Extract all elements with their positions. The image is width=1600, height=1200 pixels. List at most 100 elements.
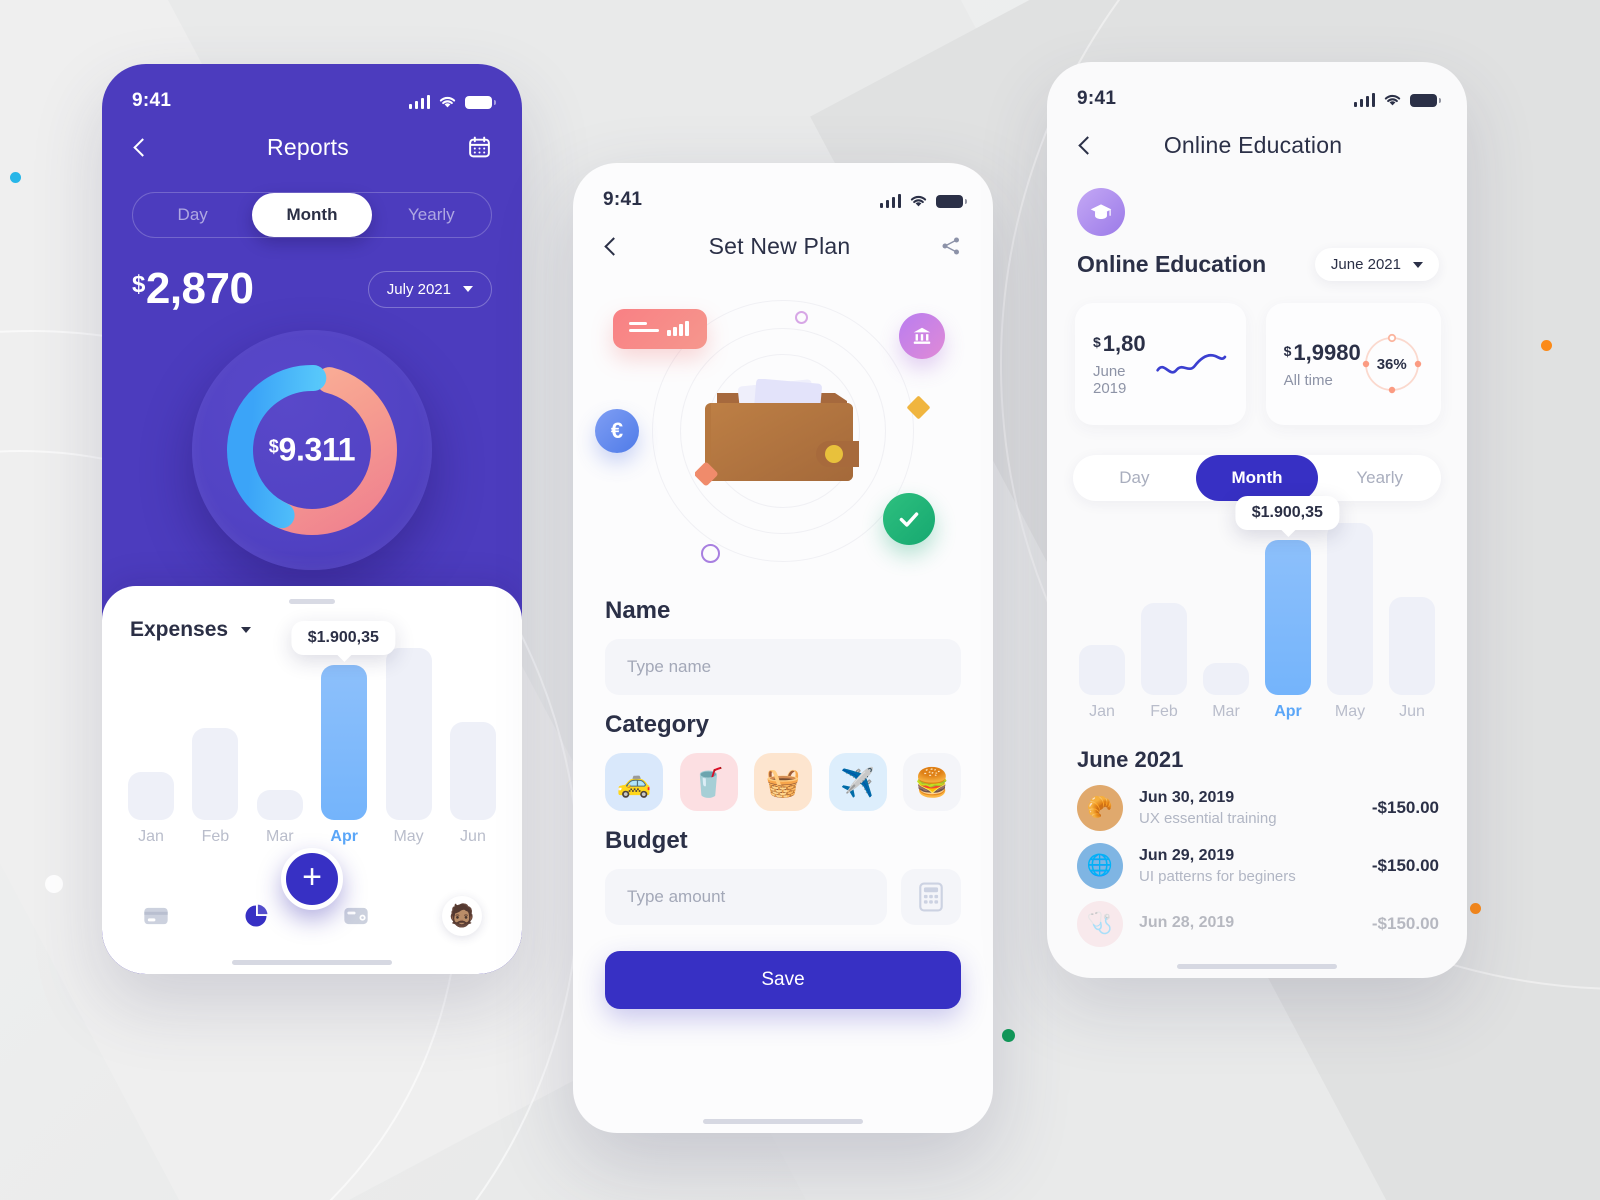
tab-day[interactable]: Day (1073, 455, 1196, 501)
period-segmented-control[interactable]: Day Month Yearly (132, 192, 492, 238)
bar-column[interactable] (1389, 523, 1435, 695)
bar-column[interactable] (449, 648, 496, 820)
tab-yearly[interactable]: Yearly (1318, 455, 1441, 501)
plus-icon: + (302, 858, 322, 896)
check-icon (899, 512, 919, 527)
tab-stats[interactable] (242, 902, 270, 930)
bar-column[interactable] (1265, 523, 1311, 695)
transaction-amount: -$150.00 (1371, 914, 1439, 933)
bar[interactable] (1079, 645, 1125, 695)
tab-profile-avatar[interactable]: 🧔🏽 (442, 896, 482, 936)
bar-label: Mar (1212, 703, 1240, 720)
bar[interactable] (1203, 663, 1249, 695)
add-button[interactable]: + (281, 848, 343, 910)
bar-column[interactable] (1203, 523, 1249, 695)
status-time: 9:41 (132, 90, 172, 111)
donut-value: 9.311 (278, 431, 356, 468)
bar-column[interactable] (192, 648, 239, 820)
tab-wallet[interactable] (342, 902, 370, 930)
budget-placeholder: Type amount (627, 887, 726, 906)
tab-cards[interactable] (142, 902, 170, 930)
stat-june-2019[interactable]: $1,80 June 2019 (1075, 303, 1246, 425)
period-segmented-control[interactable]: Day Month Yearly (1073, 455, 1441, 501)
bar-column[interactable] (321, 648, 368, 820)
stat-all-time[interactable]: $1,9980 All time 36% (1265, 303, 1441, 425)
tab-month[interactable]: Month (252, 193, 372, 237)
back-button[interactable] (1078, 135, 1097, 155)
back-button[interactable] (604, 236, 623, 256)
bar-column[interactable] (385, 648, 432, 820)
bar-column[interactable] (1141, 523, 1187, 695)
name-input[interactable]: Type name (605, 639, 961, 695)
page-title: Set New Plan (708, 232, 851, 259)
page-title: Online Education (1163, 131, 1343, 158)
save-button-label: Save (761, 969, 805, 990)
tab-month[interactable]: Month (1195, 455, 1319, 501)
avatar-icon: 🧔🏽 (448, 903, 476, 928)
bar-label: Feb (201, 828, 230, 845)
tab-yearly[interactable]: Yearly (372, 193, 491, 237)
donut-chart: $9.311 (102, 330, 522, 570)
save-button[interactable]: Save (605, 951, 961, 1009)
total-amount: $2,870 (132, 264, 254, 314)
screenshot-root: 9:41 Reports Day Month Yearly $ 2,870 Ju… (0, 0, 1600, 1200)
bar[interactable] (1141, 603, 1187, 695)
bar-series (124, 648, 500, 820)
transaction-body: Jun 30, 2019 UX essential training (1139, 789, 1372, 827)
month-select[interactable]: June 2021 (1314, 248, 1439, 281)
decor-dot-orange-lower (1470, 903, 1481, 914)
bar-label: Apr (330, 828, 358, 845)
graduation-cap-icon (1090, 204, 1112, 220)
month-select[interactable]: July 2021 (367, 270, 492, 308)
segment-label: Day (1119, 468, 1150, 487)
tx-row-3[interactable]: 🩺 Jun 28, 2019 -$150.00 (1047, 889, 1467, 947)
bar[interactable] (1327, 523, 1373, 695)
bar[interactable] (449, 722, 496, 820)
bar-column[interactable] (1079, 523, 1125, 695)
caret-down-icon (463, 286, 473, 292)
battery-icon (1410, 93, 1441, 107)
donut-center-value: $9.311 (269, 432, 356, 469)
status-time: 9:41 (1077, 88, 1117, 109)
category-taxi[interactable]: 🚕 (605, 753, 663, 811)
transaction-amount: -$150.00 (1371, 798, 1439, 817)
budget-row: Type amount (605, 869, 961, 925)
stat-value-wrap: $1,9980 (1284, 340, 1361, 366)
donut-chart-body: $9.311 (192, 330, 432, 570)
segment-label: Month (286, 205, 338, 224)
card-chart-icon (629, 321, 689, 336)
bar[interactable] (321, 665, 368, 820)
share-icon[interactable] (939, 234, 963, 258)
back-button[interactable] (133, 137, 152, 157)
category-avatar (1077, 188, 1125, 236)
bar-column[interactable] (128, 648, 174, 820)
bar-column[interactable] (256, 648, 303, 820)
bar[interactable] (128, 772, 174, 820)
tab-day[interactable]: Day (133, 193, 252, 237)
page-title: Reports (267, 133, 349, 160)
bar[interactable] (385, 648, 432, 820)
calculator-button[interactable] (901, 869, 961, 925)
decor-dot-white (45, 875, 63, 893)
category-travel[interactable]: ✈️ (828, 753, 887, 811)
budget-input[interactable]: Type amount (605, 869, 887, 925)
bar[interactable] (192, 728, 239, 820)
phone-reports: 9:41 Reports Day Month Yearly $ 2,870 Ju… (102, 64, 522, 974)
category-groceries[interactable]: 🧺 (754, 753, 812, 811)
segment-label: Yearly (408, 205, 455, 224)
bar[interactable] (256, 790, 303, 820)
bar[interactable] (1265, 540, 1311, 695)
bar[interactable] (1389, 597, 1435, 695)
grocery-basket-icon: 🧺 (765, 766, 801, 798)
cellular-signal-icon (1353, 92, 1375, 107)
calendar-icon[interactable] (467, 135, 492, 160)
tx-row-1[interactable]: 🥐 Jun 30, 2019 UX essential training -$150.… (1047, 773, 1467, 831)
category-coffee[interactable]: 🥤 (679, 753, 738, 811)
month-select-label: July 2021 (386, 280, 451, 298)
status-icons (879, 193, 967, 208)
globe-icon: 🌐 (1086, 854, 1114, 877)
category-food[interactable]: 🍔 (903, 753, 961, 811)
tx-row-2[interactable]: 🌐 Jun 29, 2019 UI patterns for beginers -$1… (1047, 831, 1467, 889)
bar-column[interactable] (1327, 523, 1373, 695)
wifi-icon (1384, 94, 1401, 105)
